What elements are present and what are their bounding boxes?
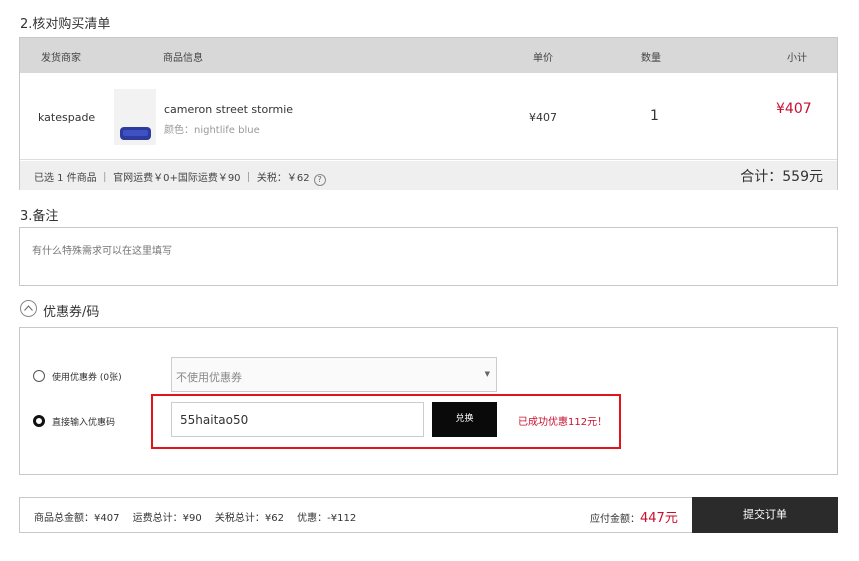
order-summary-bar: 已选 1 件商品 ｜ 官网运费￥0+国际运费￥90 ｜ 关税：￥62? 合计：5… (20, 161, 837, 190)
checkout-totals: 商品总金额：¥407 运费总计：¥90 关税总计：¥62 优惠：-¥112 (34, 513, 357, 524)
quantity: 1 (650, 108, 659, 124)
checkout-bar: 商品总金额：¥407 运费总计：¥90 关税总计：¥62 优惠：-¥112 应付… (19, 497, 838, 533)
product-image[interactable] (114, 89, 156, 145)
seller-name: katespade (38, 111, 96, 124)
payable: 应付金额：447元 (590, 507, 678, 526)
submit-order-button[interactable]: 提交订单 (692, 497, 838, 533)
order-summary: 已选 1 件商品 ｜ 官网运费￥0+国际运费￥90 ｜ 关税：￥62? (34, 169, 326, 186)
direct-code-radio[interactable] (33, 415, 45, 427)
order-table: 发货商家 商品信息 单价 数量 小计 katespade cameron str… (19, 37, 838, 190)
chevron-up-icon[interactable] (20, 300, 37, 317)
col-quantity: 数量 (641, 53, 661, 64)
chevron-down-icon: ▼ (484, 370, 490, 378)
col-unit-price: 单价 (533, 53, 553, 64)
coupon-panel: 使用优惠券 (0张) 不使用优惠券 ▼ 直接输入优惠码 兑换 已成功优惠112元… (19, 327, 838, 475)
row-subtotal: ¥407 (776, 101, 812, 117)
use-coupon-label: 使用优惠券 (0张) (52, 373, 122, 383)
unit-price: ¥407 (529, 111, 557, 124)
payable-amount: 447元 (640, 511, 678, 526)
redeem-button[interactable]: 兑换 (432, 402, 497, 437)
order-section-title: 2.核对购买清单 (20, 17, 111, 32)
product-color: 颜色：nightlife blue (164, 125, 260, 136)
coupon-section-title: 优惠券/码 (43, 305, 100, 320)
coupon-success-message: 已成功优惠112元！ (518, 417, 608, 428)
coupon-select[interactable]: 不使用优惠券 ▼ (171, 357, 497, 392)
coupon-select-value: 不使用优惠券 (176, 371, 242, 384)
col-subtotal: 小计 (787, 53, 807, 64)
order-table-header: 发货商家 商品信息 单价 数量 小计 (20, 38, 837, 73)
remark-section-title: 3.备注 (20, 209, 59, 224)
handbag-image (120, 127, 151, 140)
help-icon[interactable]: ? (313, 174, 326, 186)
col-product: 商品信息 (163, 53, 203, 64)
coupon-code-input[interactable] (171, 402, 424, 437)
product-name[interactable]: cameron street stormie (164, 103, 293, 116)
table-row: katespade cameron street stormie 颜色：nigh… (20, 73, 837, 160)
remark-input[interactable] (19, 227, 838, 286)
col-seller: 发货商家 (41, 53, 81, 64)
use-coupon-radio[interactable] (33, 370, 45, 382)
payable-label: 应付金额： (590, 514, 640, 525)
order-summary-text: 已选 1 件商品 ｜ 官网运费￥0+国际运费￥90 ｜ 关税：￥62 (34, 173, 310, 184)
order-total: 合计：559元 (740, 169, 823, 185)
direct-code-label: 直接输入优惠码 (52, 418, 116, 428)
